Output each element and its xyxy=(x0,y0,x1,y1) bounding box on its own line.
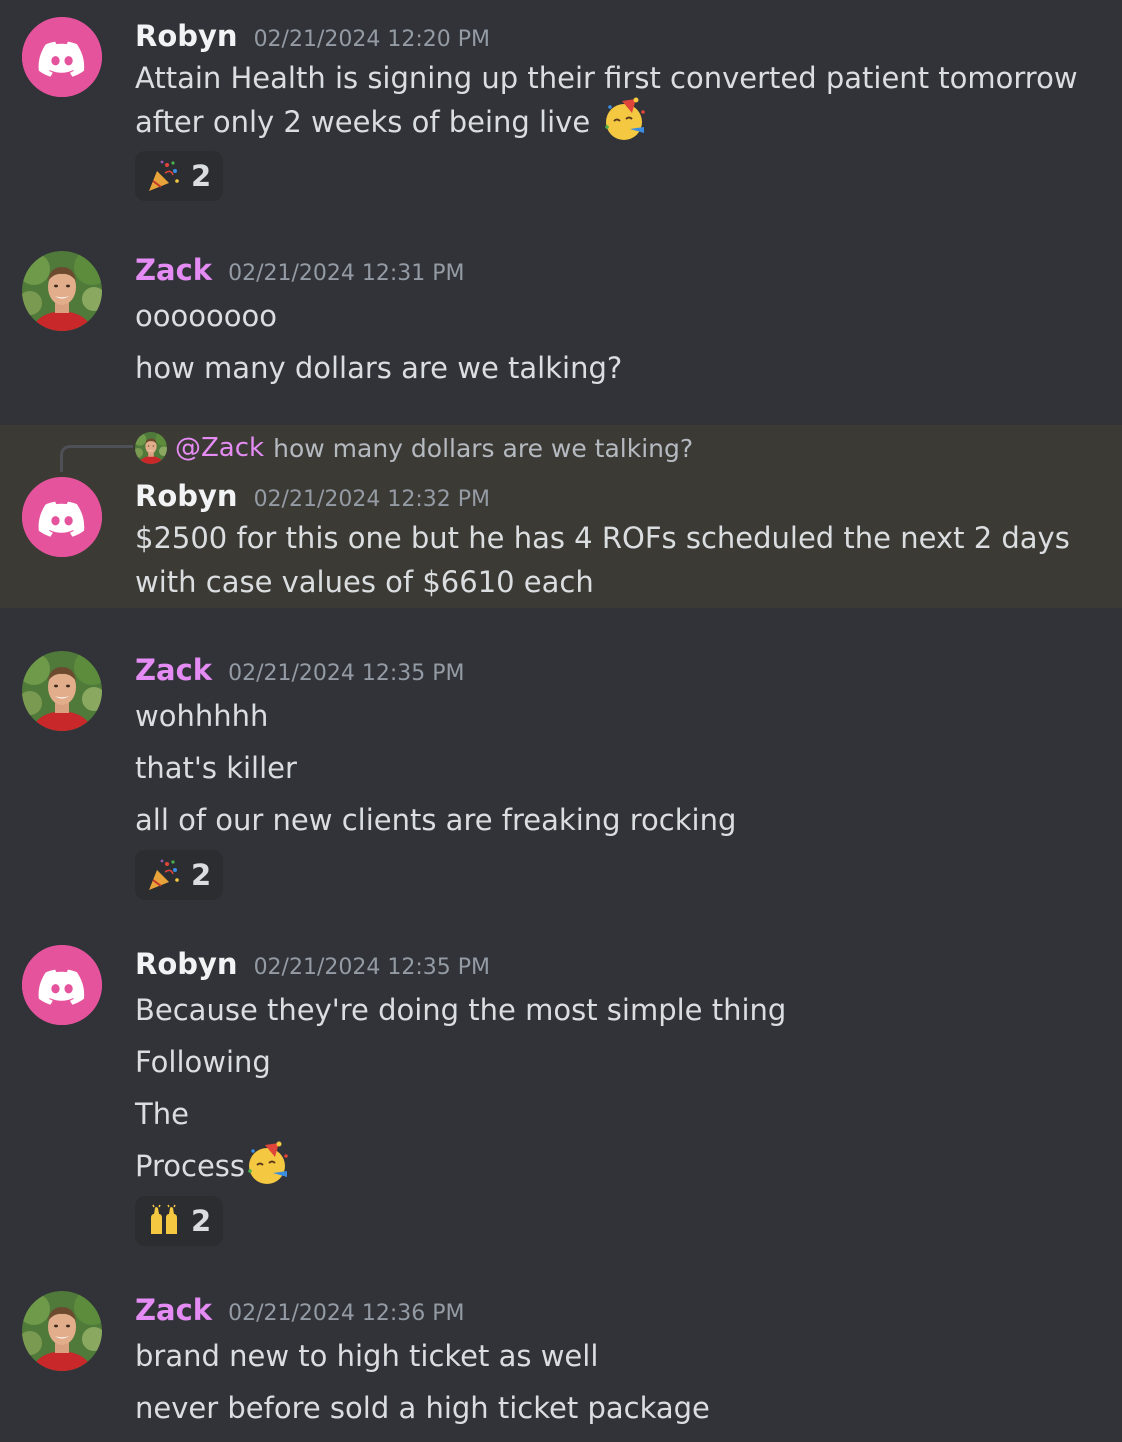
message-text: brand new to high ticket as well xyxy=(135,1339,599,1373)
message-text: $2500 for this one but he has 4 ROFs sch… xyxy=(135,521,1070,599)
message-2[interactable]: Zack 02/21/2024 12:31 PM oooooooo how ma… xyxy=(0,235,1122,405)
message-6[interactable]: Zack 02/21/2024 12:36 PM brand new to hi… xyxy=(0,1270,1122,1442)
username[interactable]: Zack xyxy=(135,250,212,290)
reaction-count: 2 xyxy=(191,159,212,193)
message-5[interactable]: Robyn 02/21/2024 12:35 PM Because they'r… xyxy=(0,925,1122,1260)
message-text: all of our new clients are freaking rock… xyxy=(135,803,737,837)
message-text: that's killer xyxy=(135,751,297,785)
message-text: oooooooo xyxy=(135,299,277,333)
zack-avatar[interactable] xyxy=(22,1291,102,1371)
timestamp: 02/21/2024 12:36 PM xyxy=(228,1301,465,1326)
message-text: Because they're doing the most simple th… xyxy=(135,993,787,1027)
message-text: The xyxy=(135,1097,189,1131)
username[interactable]: Zack xyxy=(135,650,212,690)
mention-link[interactable]: @Zack xyxy=(175,433,264,463)
party-popper-icon xyxy=(147,858,181,892)
reaction-count: 2 xyxy=(191,1204,212,1238)
timestamp: 02/21/2024 12:31 PM xyxy=(228,261,465,286)
zack-mini-avatar xyxy=(135,432,167,464)
discord-logo-icon[interactable] xyxy=(22,945,102,1025)
reaction-count: 2 xyxy=(191,858,212,892)
timestamp: 02/21/2024 12:32 PM xyxy=(253,487,490,512)
username[interactable]: Robyn xyxy=(135,16,238,56)
chat-messages: Robyn 02/21/2024 12:20 PM Attain Health … xyxy=(0,0,1122,1442)
message-text: never before sold a high ticket package xyxy=(135,1391,710,1425)
zack-avatar[interactable] xyxy=(22,251,102,331)
partying-face-icon xyxy=(245,1141,291,1187)
discord-logo-icon[interactable] xyxy=(22,17,102,97)
username[interactable]: Robyn xyxy=(135,944,238,984)
zack-avatar[interactable] xyxy=(22,651,102,731)
reply-reference[interactable]: @Zack how many dollars are we talking? xyxy=(135,431,693,465)
message-text: Following xyxy=(135,1045,271,1079)
message-text: how many dollars are we talking? xyxy=(135,351,623,385)
reaction-button[interactable]: 2 xyxy=(135,1196,224,1246)
reaction-button[interactable]: 2 xyxy=(135,151,224,201)
raising-hands-icon xyxy=(147,1204,181,1238)
party-popper-icon xyxy=(147,159,181,193)
reply-spine xyxy=(60,445,133,472)
username[interactable]: Robyn xyxy=(135,476,238,516)
username[interactable]: Zack xyxy=(135,1290,212,1330)
message-3[interactable]: @Zack how many dollars are we talking? R… xyxy=(0,425,1122,608)
message-1[interactable]: Robyn 02/21/2024 12:20 PM Attain Health … xyxy=(0,0,1122,215)
message-text: Attain Health is signing up their first … xyxy=(135,56,1092,147)
message-4[interactable]: Zack 02/21/2024 12:35 PM wohhhhh that's … xyxy=(0,630,1122,905)
reaction-button[interactable]: 2 xyxy=(135,850,224,900)
partying-face-icon xyxy=(602,97,648,143)
reply-preview-text[interactable]: how many dollars are we talking? xyxy=(273,434,693,463)
timestamp: 02/21/2024 12:35 PM xyxy=(228,661,465,686)
message-text: wohhhhh xyxy=(135,699,269,733)
discord-logo-icon[interactable] xyxy=(22,477,102,557)
timestamp: 02/21/2024 12:20 PM xyxy=(253,27,490,52)
message-text: Process xyxy=(135,1140,1092,1192)
timestamp: 02/21/2024 12:35 PM xyxy=(253,955,490,980)
